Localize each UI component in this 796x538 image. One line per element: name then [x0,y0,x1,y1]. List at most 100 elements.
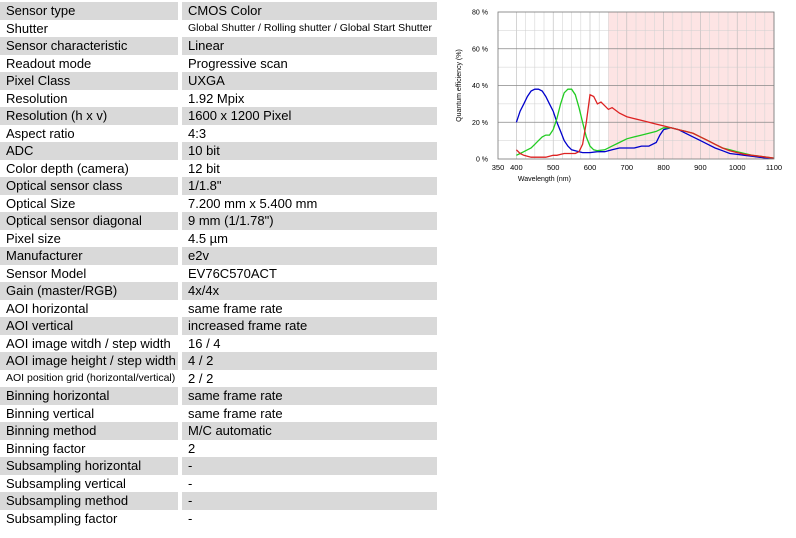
spec-row: Pixel size 4.5 µm [0,229,437,247]
spec-value: Linear [180,37,437,55]
spec-row: AOI horizontal same frame rate [0,299,437,317]
spec-value: - [180,457,437,475]
y-tick-label: 40 % [472,83,488,90]
spec-label: Optical sensor class [0,177,182,195]
y-tick-label: 60 % [472,46,488,53]
spec-row: AOI vertical increased frame rate [0,317,437,335]
spec-label: Subsampling horizontal [0,457,182,475]
spec-value: 1/1.8" [180,177,437,195]
spec-value: same frame rate [180,404,437,422]
spec-value: 4x/4x [180,282,437,300]
spec-label: Resolution (h x v) [0,107,182,125]
spec-value: 16 / 4 [180,334,437,352]
spec-table-body: Sensor type CMOS Color Shutter Global Shutt… [0,2,437,527]
spec-row: Binning horizontal same frame rate [0,387,437,405]
spec-label: Sensor type [0,2,182,20]
spec-value: 4.5 µm [180,229,437,247]
spec-value: same frame rate [180,299,437,317]
x-tick-label: 500 [547,163,560,172]
spec-value: same frame rate [180,387,437,405]
spec-label: AOI image height / step width [0,352,182,370]
spec-value: 4:3 [180,124,437,142]
spec-row: Optical sensor class 1/1.8" [0,177,437,195]
spec-value: - [180,492,437,510]
spec-label: Pixel Class [0,72,182,90]
spec-label: Subsampling vertical [0,474,182,492]
x-tick-label: 1100 [766,163,782,172]
spec-label: Manufacturer [0,247,182,265]
spec-label: Color depth (camera) [0,159,182,177]
spec-row: Subsampling horizontal - [0,457,437,475]
spec-value: EV76C570ACT [180,264,437,282]
spec-value: 7.200 mm x 5.400 mm [180,194,437,212]
y-axis-label: Quantum efficiency (%) [456,49,463,122]
spec-row: Binning factor 2 [0,439,437,457]
sensor-spec-table: Sensor type CMOS Color Shutter Global Shutt… [0,2,437,527]
spec-label: Aspect ratio [0,124,182,142]
spec-row: Aspect ratio 4:3 [0,124,437,142]
spec-value: UXGA [180,72,437,90]
spec-label: Shutter [0,19,182,37]
spec-row: Sensor Model EV76C570ACT [0,264,437,282]
spec-row: Resolution 1.92 Mpix [0,89,437,107]
spec-row: Gain (master/RGB) 4x/4x [0,282,437,300]
spec-row: Color depth (camera) 12 bit [0,159,437,177]
spec-label: Pixel size [0,229,182,247]
spec-row: Shutter Global Shutter / Rolling shutter … [0,19,437,37]
spec-row: Readout mode Progressive scan [0,54,437,72]
spec-label: Subsampling factor [0,509,182,527]
spec-value: M/C automatic [180,422,437,440]
spec-value: Global Shutter / Rolling shutter / Globa… [180,19,437,37]
spec-label: Optical Size [0,194,182,212]
spec-label: Binning method [0,422,182,440]
spec-row: Optical Size 7.200 mm x 5.400 mm [0,194,437,212]
spec-row: Subsampling factor - [0,509,437,527]
x-tick-label: 350 [492,163,505,172]
spec-value: e2v [180,247,437,265]
spec-row: AOI image witdh / step width 16 / 4 [0,334,437,352]
spec-value: increased frame rate [180,317,437,335]
x-tick-label: 800 [657,163,670,172]
spec-row: Binning vertical same frame rate [0,404,437,422]
spec-value: 12 bit [180,159,437,177]
spec-label: Readout mode [0,54,182,72]
x-tick-label: 400 [510,163,523,172]
spec-value: - [180,509,437,527]
x-tick-label: 1000 [729,163,746,172]
spec-label: AOI position grid (horizontal/vertical) [0,369,182,387]
spec-row: Subsampling method - [0,492,437,510]
spec-label: Sensor Model [0,264,182,282]
spec-label: Subsampling method [0,492,182,510]
spec-value: 1600 x 1200 Pixel [180,107,437,125]
spec-label: AOI vertical [0,317,182,335]
spec-label: Resolution [0,89,182,107]
y-tick-label: 0 % [476,157,488,164]
spec-row: Sensor type CMOS Color [0,2,437,20]
spec-value: Progressive scan [180,54,437,72]
x-tick-label: 900 [694,163,707,172]
spec-value: 9 mm (1/1.78") [180,212,437,230]
spec-row: ADC 10 bit [0,142,437,160]
y-tick-label: 80 % [472,10,488,17]
spec-row: Manufacturer e2v [0,247,437,265]
spec-label: Binning vertical [0,404,182,422]
spec-label: AOI image witdh / step width [0,334,182,352]
spec-row: Optical sensor diagonal 9 mm (1/1.78") [0,212,437,230]
spec-label: Gain (master/RGB) [0,282,182,300]
quantum-efficiency-chart: 350 400 500 600 700 800 900 1000 1100 0 % 20 % 40 %… [456,10,782,184]
spec-label: Binning factor [0,439,182,457]
y-tick-label: 20 % [472,120,488,127]
spec-value: 2 / 2 [180,369,437,387]
spec-row: Sensor characteristic Linear [0,37,437,55]
spec-label: Optical sensor diagonal [0,212,182,230]
x-axis-label: Wavelength (nm) [518,176,571,183]
spec-value: 2 [180,439,437,457]
spec-row: Binning method M/C automatic [0,422,437,440]
spec-label: Binning horizontal [0,387,182,405]
spec-row: Resolution (h x v) 1600 x 1200 Pixel [0,107,437,125]
spec-value: CMOS Color [180,2,437,20]
spec-value: 1.92 Mpix [180,89,437,107]
spec-value: 4 / 2 [180,352,437,370]
spec-value: - [180,474,437,492]
spec-row: AOI image height / step width 4 / 2 [0,352,437,370]
